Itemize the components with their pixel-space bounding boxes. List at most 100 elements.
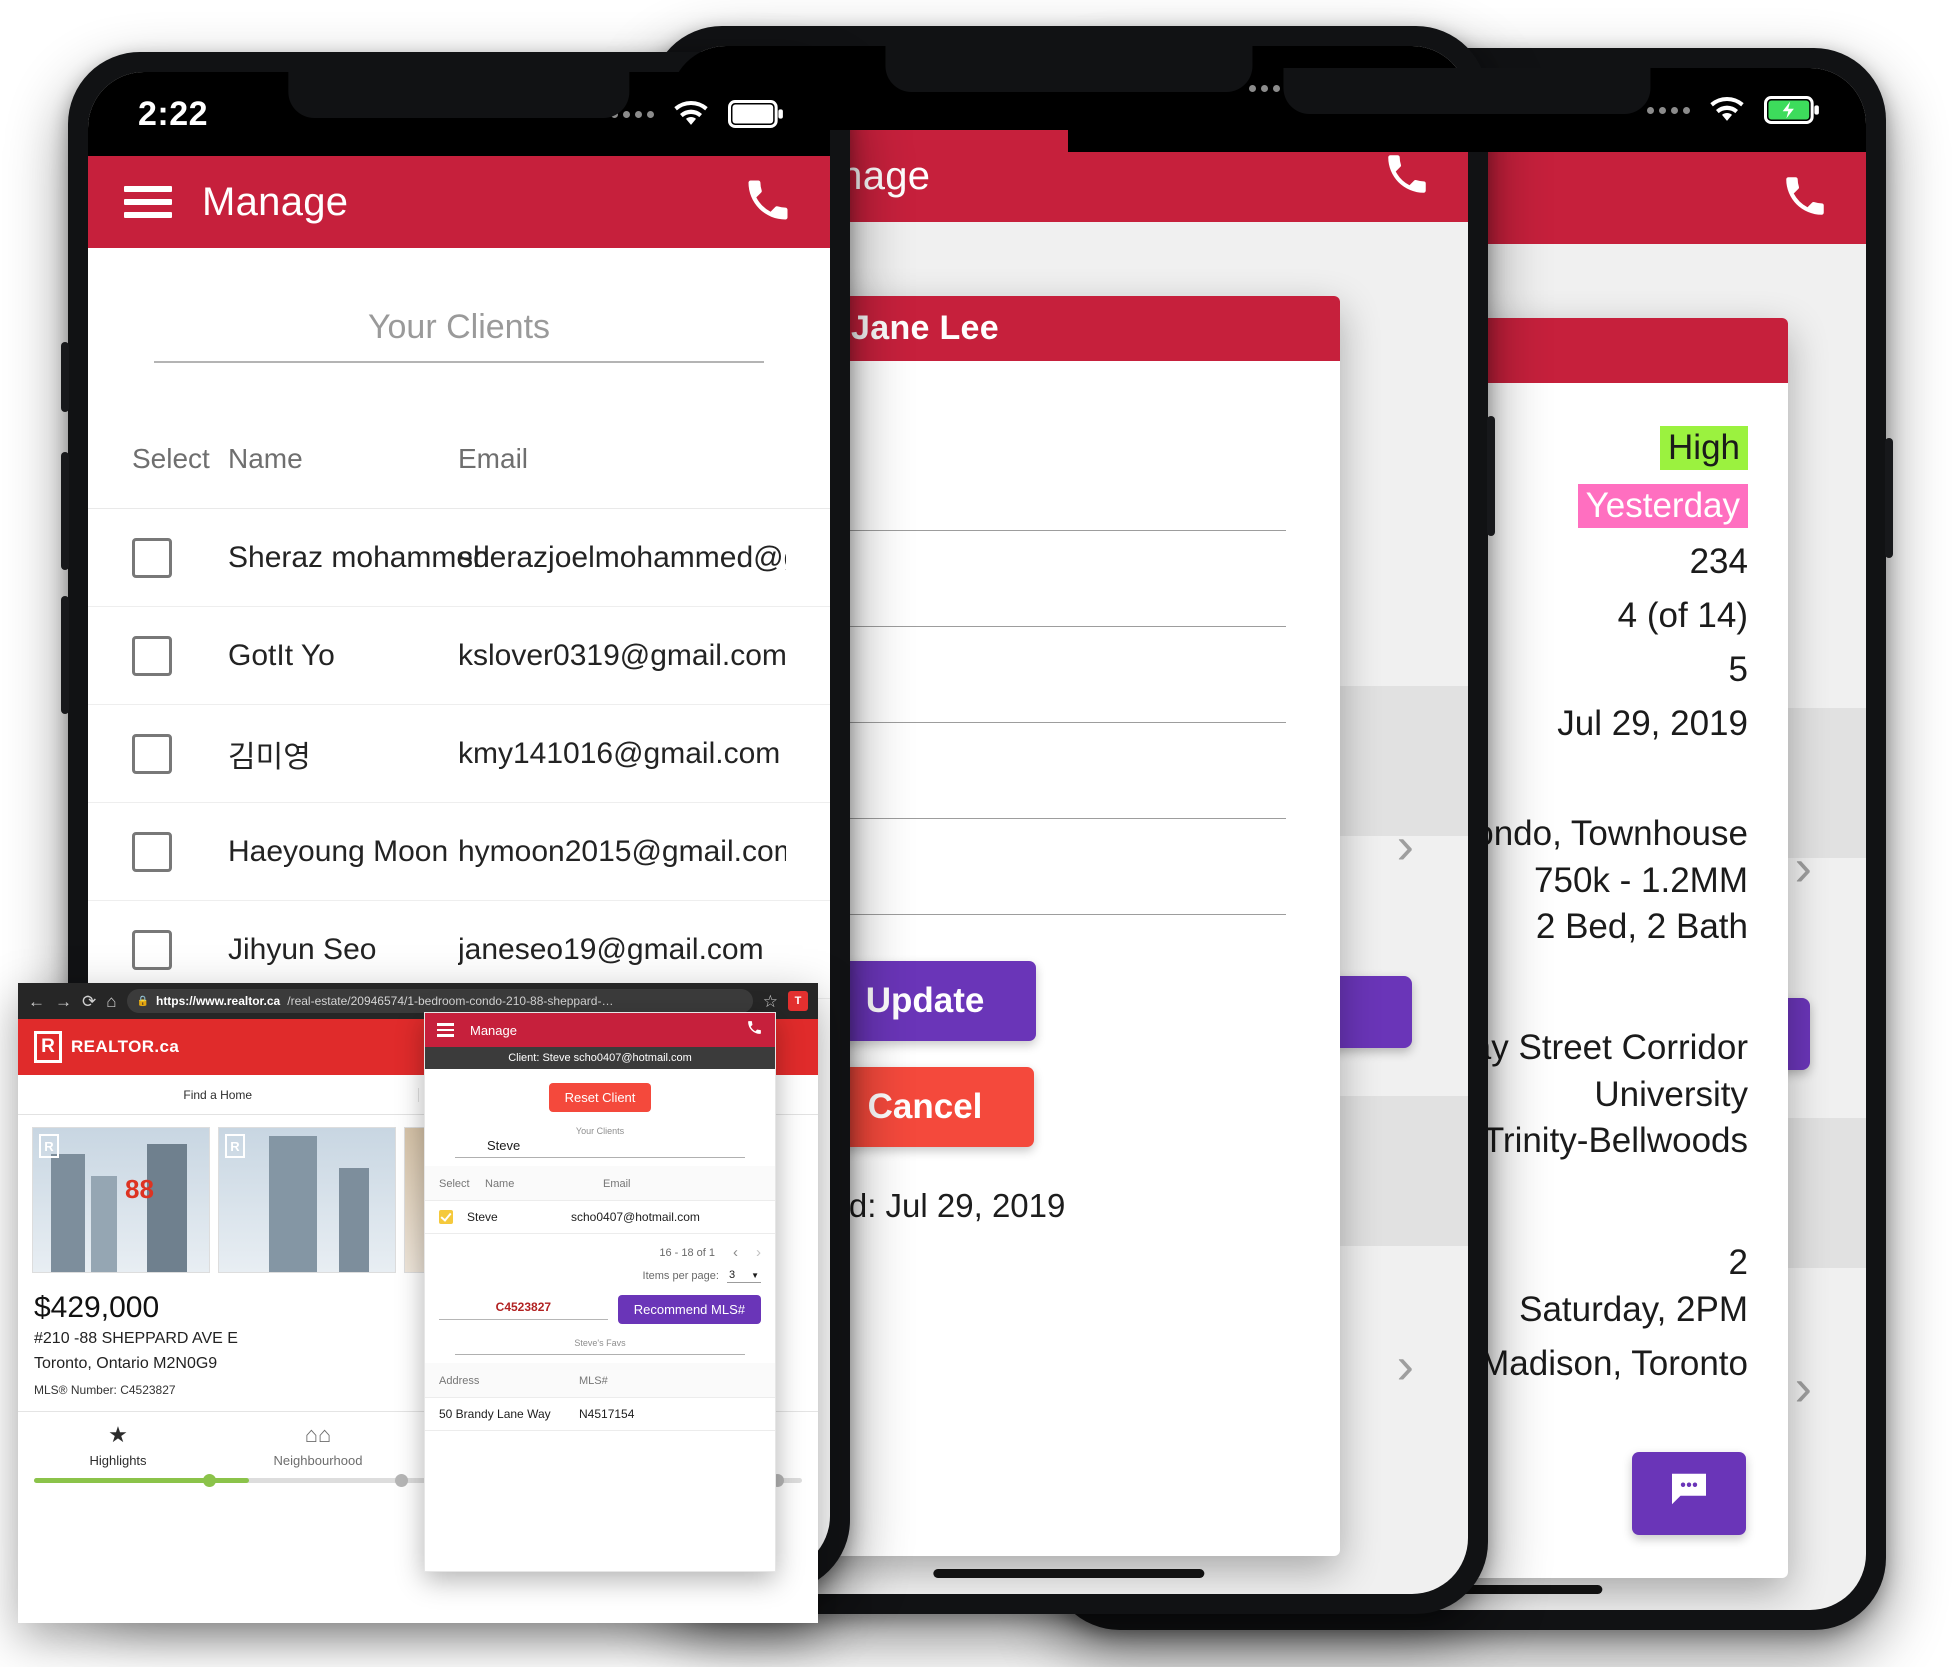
tab-neighbourhood[interactable]: ⌂⌂ Neighbourhood [218, 1422, 418, 1468]
star-icon: ★ [108, 1421, 128, 1447]
call-icon[interactable] [746, 1019, 763, 1041]
battery-charging-icon [1764, 96, 1820, 124]
favs-row-address: 50 Brandy Lane Way [439, 1407, 551, 1421]
address-bar[interactable]: 🔒 https://www.realtor.ca /real-estate/20… [126, 989, 753, 1013]
favs-col-address: Address [439, 1375, 480, 1387]
table-row[interactable]: 김미영 kmy141016@gmail.com [88, 705, 830, 803]
url-path: /real-estate/20946574/1-bedroom-condo-21… [287, 994, 614, 1008]
row-email: kslover0319@gmail.com [458, 638, 786, 672]
phone1-clock: 2:22 [138, 94, 209, 133]
reset-client-button[interactable]: Reset Client [548, 1083, 652, 1112]
phone1-volume-down [61, 596, 69, 714]
reload-icon[interactable]: ⟳ [82, 993, 96, 1010]
mini-mls-row: C4523827 Recommend MLS# [425, 1291, 775, 1324]
nav-find-a-home[interactable]: Find a Home [18, 1087, 419, 1102]
mini-items-per-page: Items per page: 3 ▼ [425, 1263, 775, 1291]
items-per-page-select[interactable]: 3 ▼ [726, 1269, 761, 1283]
phone1-mute-switch [61, 342, 69, 412]
recommend-mls-button[interactable]: Recommend MLS# [617, 1295, 761, 1324]
mini-search-label: Your Clients [575, 1126, 625, 1136]
tab-progress-fill [34, 1477, 250, 1483]
progress-dot-1[interactable] [202, 1473, 216, 1487]
message-client-button[interactable] [1632, 1452, 1746, 1536]
call-icon[interactable] [742, 174, 794, 231]
phone1-volume-up [61, 452, 69, 570]
mini-table-row[interactable]: Steve scho0407@hotmail.com [425, 1201, 775, 1234]
phone2-notch [885, 46, 1253, 92]
detail-value-recos: 5 [1728, 650, 1748, 689]
phone3-next-chevron-1[interactable]: › [1795, 838, 1812, 898]
row-name: Sheraz mohammed [228, 540, 490, 574]
row-checkbox[interactable] [132, 537, 172, 578]
row-checkbox[interactable] [132, 929, 172, 970]
search-input[interactable]: Your Clients [154, 308, 764, 361]
mini-client-bar: Client: Steve scho0407@hotmail.com [425, 1047, 775, 1069]
clients-table-header: Select Name Email [88, 409, 830, 509]
battery-icon [728, 100, 784, 128]
mini-col-email: Email [603, 1178, 631, 1190]
phone1-notch [288, 72, 630, 118]
detail-value-interaction: Yesterday [1577, 484, 1748, 528]
call-icon[interactable] [1382, 149, 1432, 204]
prev-page-icon[interactable]: ‹ [733, 1244, 738, 1261]
next-page-icon[interactable]: › [756, 1244, 761, 1261]
wifi-icon [670, 99, 712, 129]
home-icon[interactable]: ⌂ [106, 993, 116, 1010]
row-name: Jihyun Seo [228, 932, 377, 966]
menu-icon[interactable] [437, 1023, 454, 1037]
row-checkbox[interactable] [132, 831, 172, 872]
column-header-select: Select [132, 442, 210, 474]
bookmark-star-icon[interactable]: ☆ [763, 993, 778, 1010]
screenshot-root: anage › › Jane Lee gagement Level: High [0, 0, 1959, 1667]
row-checkbox[interactable] [132, 635, 172, 676]
mini-pagination: 16 - 18 of 1 ‹ › [425, 1234, 775, 1263]
items-per-page-label: Items per page: [642, 1270, 719, 1282]
column-header-email: Email [458, 442, 529, 474]
row-name: 김미영 [228, 740, 311, 774]
favs-label: Steve's Favs [574, 1338, 626, 1348]
mini-col-name: Name [485, 1178, 515, 1190]
items-per-page-value: 3 [728, 1269, 736, 1281]
mini-app-bar: Manage [425, 1013, 775, 1047]
progress-dot-2[interactable] [394, 1473, 408, 1487]
image-logo-icon: R [39, 1134, 59, 1158]
favs-table-header: Address MLS# [425, 1363, 775, 1398]
table-row[interactable]: Haeyoung Moon hymoon2015@gmail.com [88, 803, 830, 901]
menu-icon[interactable] [124, 186, 172, 218]
listing-image-1[interactable]: 88 R [32, 1127, 210, 1273]
forward-icon[interactable]: → [55, 993, 72, 1010]
mini-search-underline [455, 1157, 745, 1158]
profile-avatar[interactable]: T [788, 991, 808, 1011]
phone2-next-chevron-2[interactable]: › [1397, 1336, 1414, 1396]
chevron-down-icon: ▼ [751, 1270, 759, 1280]
detail-value-engagement: High [1660, 426, 1748, 470]
back-icon[interactable]: ← [28, 993, 45, 1010]
column-header-name: Name [228, 442, 303, 474]
row-checkbox[interactable] [132, 733, 172, 774]
detail-value-clicked: 234 [1689, 542, 1748, 581]
table-row[interactable]: Sheraz mohammed sherazjoelmohammed@gmail… [88, 509, 830, 607]
tab-highlights-label: Highlights [89, 1452, 147, 1468]
phone2-home-indicator [933, 1569, 1205, 1578]
listing-image-2[interactable]: R [218, 1127, 396, 1273]
signal-dots-icon [1647, 106, 1690, 114]
mini-row-checkbox[interactable] [439, 1210, 453, 1224]
row-name: GotIt Yo [228, 638, 335, 672]
table-row[interactable]: GotIt Yo kslover0319@gmail.com [88, 607, 830, 705]
phone3-next-chevron-2[interactable]: › [1795, 1358, 1812, 1418]
visits-total-value: 2 [1728, 1243, 1748, 1283]
phone2-next-chevron-1[interactable]: › [1397, 816, 1414, 876]
listing-badge: 88 [125, 1174, 154, 1204]
phone3-notch [1283, 68, 1651, 114]
mini-search-input[interactable]: Steve [425, 1136, 775, 1153]
row-email: kmy141016@gmail.com [458, 736, 781, 770]
mls-number-input[interactable]: C4523827 [439, 1300, 608, 1320]
client-search-area: Your Clients [88, 248, 830, 363]
search-underline [154, 361, 764, 363]
mini-row-email: scho0407@hotmail.com [571, 1210, 700, 1224]
image-logo-icon: R [225, 1134, 245, 1158]
call-icon[interactable] [1780, 171, 1830, 226]
favs-table-row[interactable]: 50 Brandy Lane Way N4517154 [425, 1398, 775, 1431]
favs-row-mls: N4517154 [579, 1407, 635, 1421]
tab-highlights[interactable]: ★ Highlights [18, 1422, 218, 1468]
